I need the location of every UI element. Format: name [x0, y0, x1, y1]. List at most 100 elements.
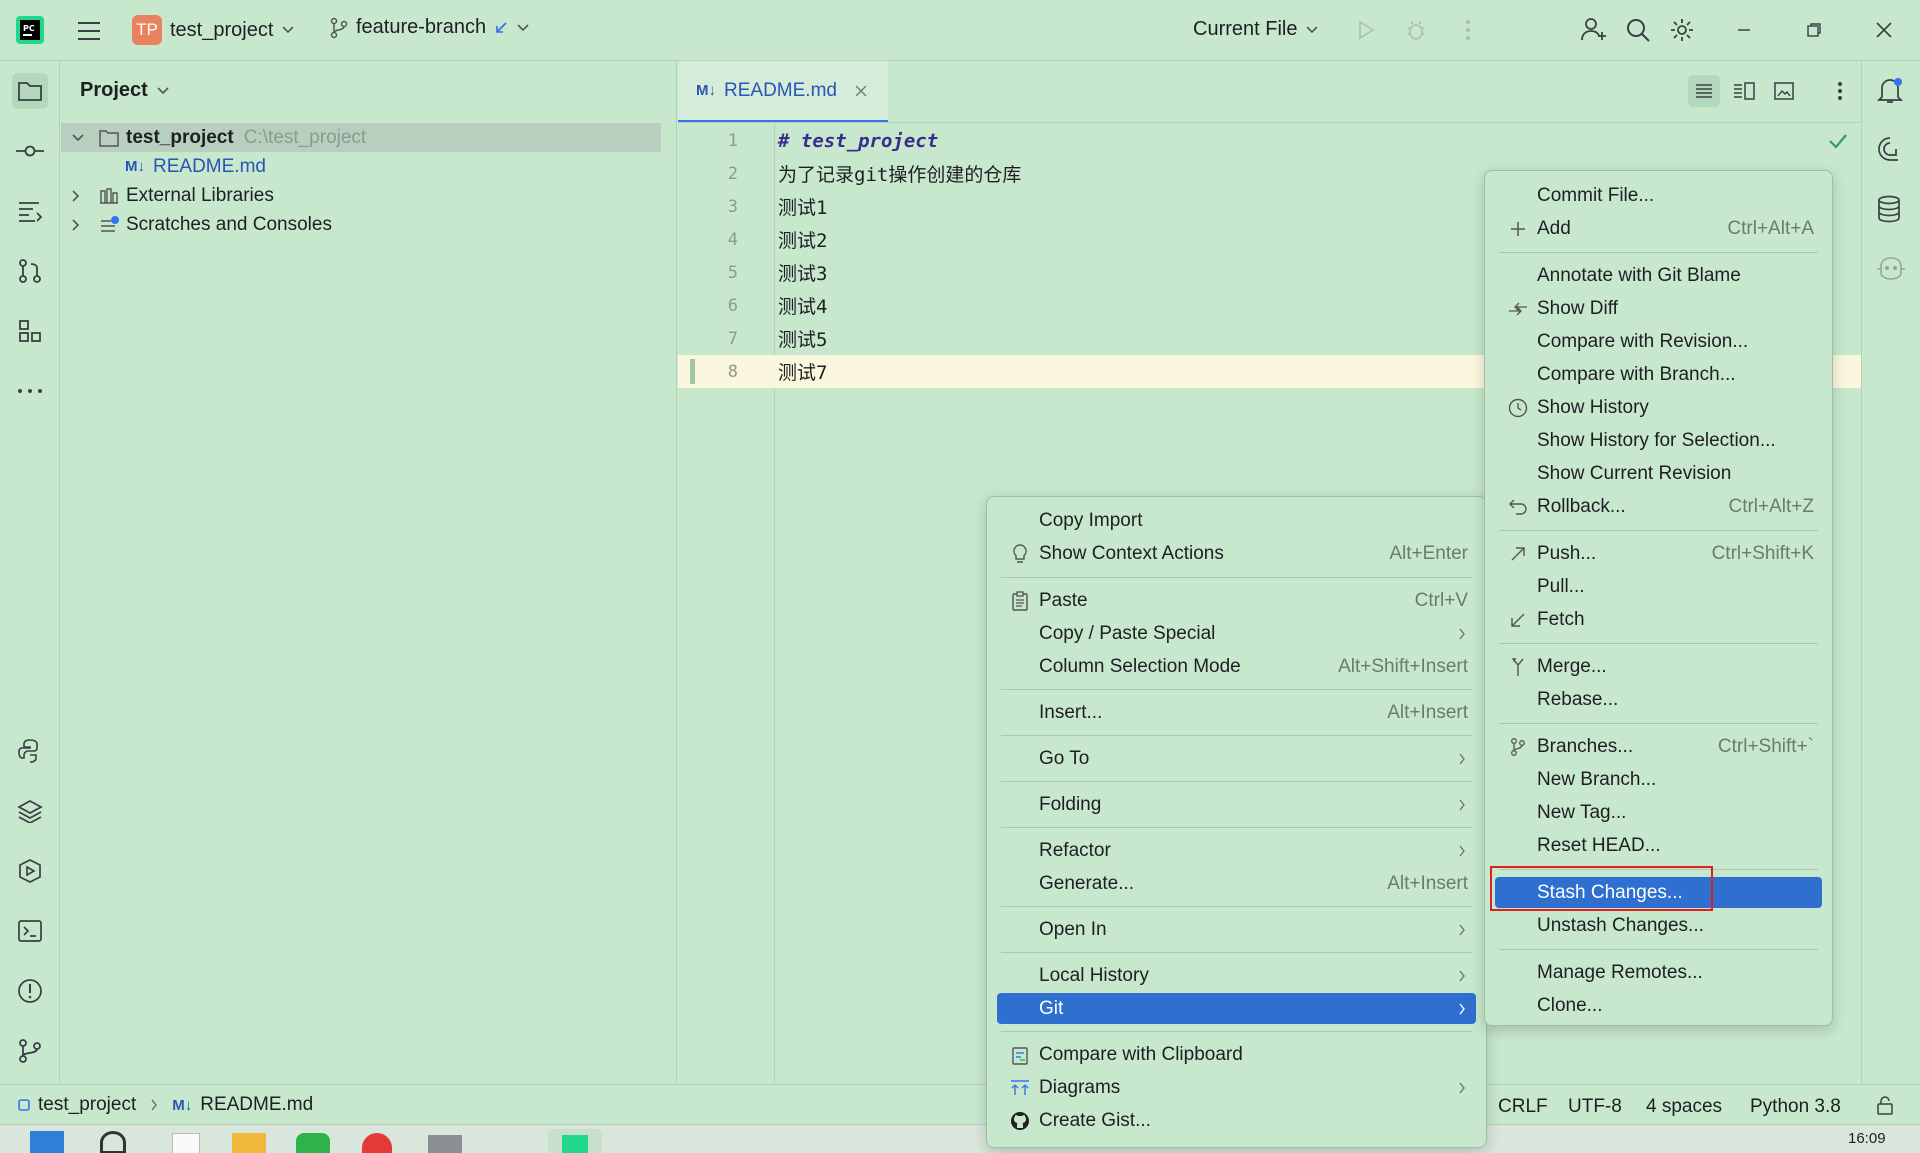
taskbar-app-icon[interactable]	[428, 1135, 462, 1153]
menu-item-fetch[interactable]: Fetch	[1495, 604, 1822, 635]
tree-item-scratches[interactable]: Scratches and Consoles	[61, 210, 661, 239]
more-horizontal-icon[interactable]	[12, 373, 48, 409]
copilot-icon[interactable]	[1876, 255, 1906, 281]
indent-widget[interactable]: 4 spaces	[1646, 1096, 1722, 1118]
database-icon[interactable]	[1876, 195, 1902, 223]
menu-item-paste[interactable]: Paste Ctrl+V	[997, 585, 1476, 616]
menu-item-column-selection-mode[interactable]: Column Selection Mode Alt+Shift+Insert	[997, 651, 1476, 682]
run-icon[interactable]	[1352, 16, 1380, 44]
split-view-icon[interactable]	[1728, 75, 1760, 107]
menu-item-show-diff[interactable]: Show Diff	[1495, 293, 1822, 324]
chevron-down-icon[interactable]	[71, 133, 85, 143]
menu-item-insert[interactable]: Insert... Alt+Insert	[997, 697, 1476, 728]
menu-item-new-tag[interactable]: New Tag...	[1495, 797, 1822, 828]
menu-item-rollback[interactable]: Rollback... Ctrl+Alt+Z	[1495, 491, 1822, 522]
structure-icon[interactable]	[12, 193, 48, 229]
services-icon[interactable]	[12, 853, 48, 889]
menu-item-show-current-revision[interactable]: Show Current Revision	[1495, 458, 1822, 489]
menu-item-copy-paste-special[interactable]: Copy / Paste Special	[997, 618, 1476, 649]
menu-item-show-context-actions[interactable]: Show Context Actions Alt+Enter	[997, 538, 1476, 569]
menu-item-git[interactable]: Git	[997, 993, 1476, 1024]
menu-item-reset-head[interactable]: Reset HEAD...	[1495, 830, 1822, 861]
restore-icon[interactable]	[1800, 16, 1828, 44]
close-icon[interactable]	[1870, 16, 1898, 44]
menu-item-manage-remotes[interactable]: Manage Remotes...	[1495, 957, 1822, 988]
menu-item-history-selection[interactable]: Show History for Selection...	[1495, 425, 1822, 456]
taskbar-app-icon[interactable]	[498, 1135, 518, 1153]
wechat-icon[interactable]	[296, 1133, 330, 1153]
menu-item-merge[interactable]: Merge...	[1495, 651, 1822, 682]
menu-item-refactor[interactable]: Refactor	[997, 835, 1476, 866]
pycharm-taskbar-icon[interactable]	[548, 1129, 602, 1153]
taskbar-app-icon[interactable]	[172, 1133, 200, 1153]
menu-item-rebase[interactable]: Rebase...	[1495, 684, 1822, 715]
commit-icon[interactable]	[12, 133, 48, 169]
project-switcher[interactable]: TP test_project	[132, 15, 295, 45]
menu-item-add[interactable]: Add Ctrl+Alt+A	[1495, 213, 1822, 244]
menu-item-local-history[interactable]: Local History	[997, 960, 1476, 991]
interpreter-widget[interactable]: Python 3.8	[1750, 1096, 1841, 1118]
search-taskbar-icon[interactable]	[100, 1131, 126, 1153]
problems-icon[interactable]	[12, 973, 48, 1009]
menu-item-generate[interactable]: Generate... Alt+Insert	[997, 868, 1476, 899]
menu-item-folding[interactable]: Folding	[997, 789, 1476, 820]
branch-switcher[interactable]: feature-branch	[330, 16, 530, 39]
pull-requests-icon[interactable]	[12, 253, 48, 289]
browser-icon[interactable]	[362, 1133, 392, 1153]
line-separator-widget[interactable]: CRLF	[1498, 1096, 1548, 1118]
preview-only-icon[interactable]	[1768, 75, 1800, 107]
lock-icon[interactable]	[1875, 1095, 1895, 1115]
menu-item-push[interactable]: Push... Ctrl+Shift+K	[1495, 538, 1822, 569]
more-vertical-icon[interactable]	[1456, 16, 1480, 44]
start-icon[interactable]	[30, 1131, 64, 1153]
menu-item-compare-with-branch[interactable]: Compare with Branch...	[1495, 359, 1822, 390]
python-console-icon[interactable]	[12, 733, 48, 769]
editor-only-view-icon[interactable]	[1688, 75, 1720, 107]
file-explorer-icon[interactable]	[232, 1133, 266, 1153]
menu-item-branches[interactable]: Branches... Ctrl+Shift+`	[1495, 731, 1822, 762]
close-tab-icon[interactable]	[855, 85, 867, 97]
pycharm-logo-icon[interactable]: PC	[16, 16, 44, 44]
minimize-icon[interactable]	[1730, 16, 1758, 44]
menu-item-commit-file[interactable]: Commit File...	[1495, 180, 1822, 211]
menu-item-pull[interactable]: Pull...	[1495, 571, 1822, 602]
debug-icon[interactable]	[1402, 16, 1430, 44]
run-config-selector[interactable]: Current File	[1193, 18, 1319, 41]
project-folder-icon[interactable]	[12, 73, 48, 109]
menu-item-new-branch[interactable]: New Branch...	[1495, 764, 1822, 795]
git-icon[interactable]	[12, 1033, 48, 1069]
chevron-right-icon[interactable]	[71, 189, 81, 203]
code-line[interactable]: 1 # test_project	[678, 124, 1861, 157]
chevron-right-icon[interactable]	[71, 218, 81, 232]
breadcrumb-project[interactable]: test_project	[38, 1094, 136, 1116]
tree-item-external-libraries[interactable]: External Libraries	[61, 181, 661, 210]
search-icon[interactable]	[1622, 14, 1654, 46]
menu-item-unstash-changes[interactable]: Unstash Changes...	[1495, 910, 1822, 941]
tree-item-project-root[interactable]: test_project C:\test_project	[61, 123, 661, 152]
menu-item-copy-import[interactable]: Copy Import	[997, 505, 1476, 536]
notifications-icon[interactable]	[1876, 75, 1904, 105]
ai-assistant-icon[interactable]	[1876, 135, 1904, 163]
menu-item-open-in[interactable]: Open In	[997, 914, 1476, 945]
gear-icon[interactable]	[1666, 14, 1698, 46]
menu-item-go-to[interactable]: Go To	[997, 743, 1476, 774]
terminal-icon[interactable]	[12, 913, 48, 949]
encoding-widget[interactable]: UTF-8	[1568, 1096, 1622, 1118]
menu-item-clone[interactable]: Clone...	[1495, 990, 1822, 1021]
menu-item-create-gist[interactable]: Create Gist...	[997, 1105, 1476, 1136]
menu-item-show-history[interactable]: Show History	[1495, 392, 1822, 423]
project-panel-header[interactable]: Project	[80, 79, 170, 102]
menu-item-compare-with-clipboard[interactable]: Compare with Clipboard	[997, 1039, 1476, 1070]
menu-item-annotate-blame[interactable]: Annotate with Git Blame	[1495, 260, 1822, 291]
menu-item-compare-with-revision[interactable]: Compare with Revision...	[1495, 326, 1822, 357]
tree-item-readme[interactable]: M↓ README.md	[61, 152, 661, 181]
code-text: 为了记录git操作创建的仓库	[778, 164, 1022, 186]
add-user-icon[interactable]	[1578, 14, 1610, 46]
editor-tab-readme[interactable]: M↓ README.md	[678, 61, 888, 123]
more-vertical-icon[interactable]	[1828, 75, 1852, 107]
plugins-icon[interactable]	[12, 313, 48, 349]
layers-icon[interactable]	[12, 793, 48, 829]
menu-item-diagrams[interactable]: Diagrams	[997, 1072, 1476, 1103]
main-menu-icon[interactable]	[72, 14, 106, 48]
breadcrumb-file[interactable]: README.md	[200, 1094, 313, 1116]
